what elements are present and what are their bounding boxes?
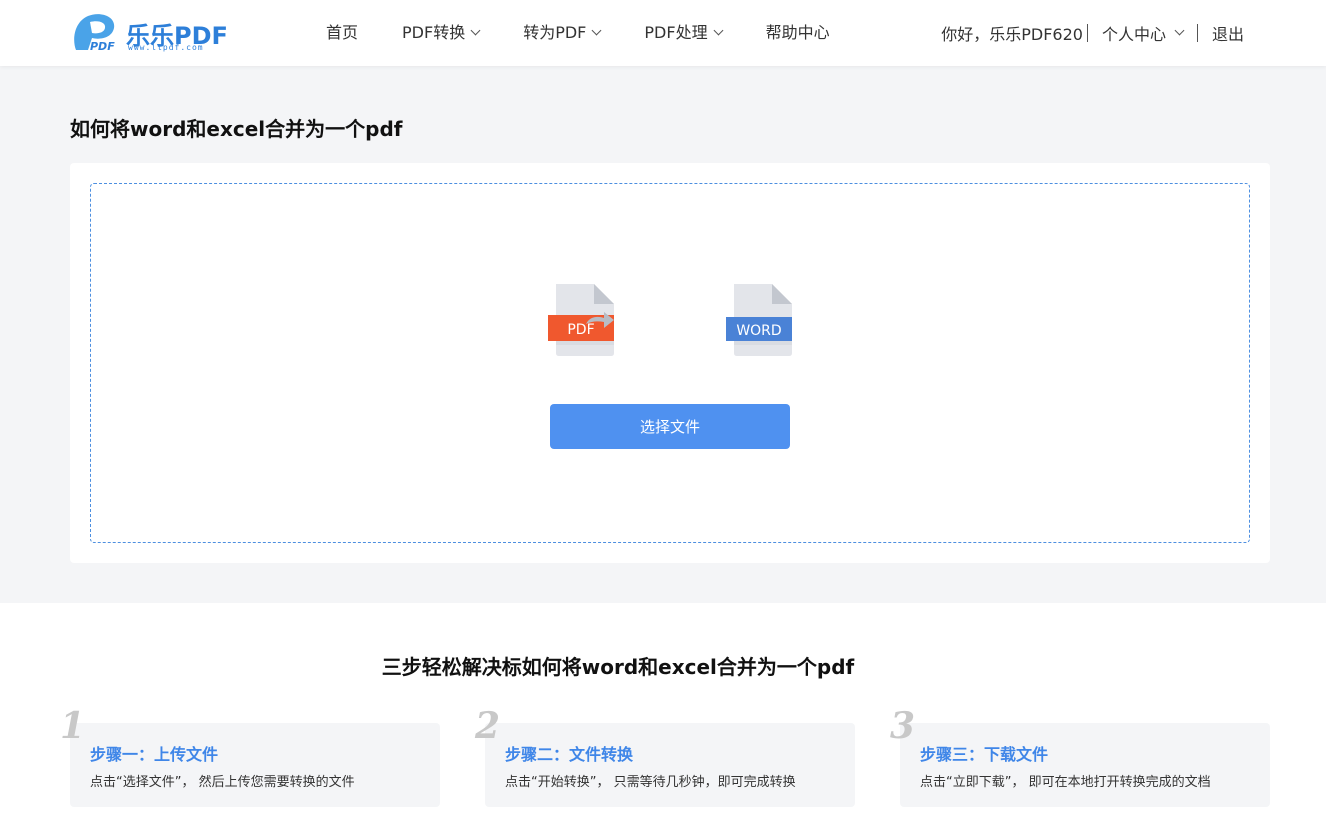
nav-home[interactable]: 首页 [326,20,358,46]
logout-link[interactable]: 退出 [1212,21,1244,45]
step-title: 步骤二：文件转换 [505,745,634,764]
select-file-button[interactable]: 选择文件 [550,404,790,449]
steps-section: 三步轻松解决标如何将word和excel合并为一个pdf 1 步骤一：上传文件 … [0,603,1326,833]
user-center-link[interactable]: 个人中心 [1102,21,1166,45]
nav-pdf-convert[interactable]: PDF转换 [402,20,481,46]
nav-to-pdf[interactable]: 转为PDF [523,20,602,46]
user-greeting: 你好，乐乐PDF620 [941,25,1083,44]
word-file-icon: WORD [726,284,792,356]
nav-help-label: 帮助中心 [765,23,830,42]
step-description: 点击“开始转换”， 只需等待几秒钟，即可完成转换 [505,775,796,790]
chevron-down-icon [470,25,481,36]
step-number: 2 [475,705,501,747]
page-title: 如何将word和excel合并为一个pdf [70,117,403,141]
divider [1086,24,1088,42]
chevron-down-icon [713,25,724,36]
divider [1196,24,1198,42]
nav-to-pdf-label: 转为PDF [523,23,587,42]
nav-pdf-process[interactable]: PDF处理 [644,20,724,46]
nav-help[interactable]: 帮助中心 [766,20,830,46]
step-title: 步骤三：下载文件 [920,745,1049,764]
step-description: 点击“选择文件”， 然后上传您需要转换的文件 [90,775,355,790]
upload-card [70,163,1270,563]
steps-title-text: 三步轻松解决标如何将word和excel合并为一个pdf [381,655,855,679]
nav-home-label: 首页 [326,23,359,42]
step-number: 1 [60,705,86,747]
word-badge-text: WORD [736,323,781,339]
step-number: 3 [890,705,916,747]
step-description: 点击“立即下载”， 即可在本地打开转换完成的文档 [920,775,1211,790]
file-dropzone[interactable] [90,183,1250,543]
arrow-right-icon [586,312,614,328]
nav-pdf-process-label: PDF处理 [644,23,708,42]
step-title: 步骤一：上传文件 [90,745,219,764]
logo-badge-text: PDF [90,40,115,52]
step-card-2: 2 步骤二：文件转换 点击“开始转换”， 只需等待几秒钟，即可完成转换 [475,705,855,807]
main-nav: 首页 PDF转换 转为PDF PDF处理 帮助中心 [326,20,830,46]
user-menu: 你好，乐乐PDF620 个人中心 退出 [941,20,1244,46]
nav-pdf-convert-label: PDF转换 [402,23,466,42]
logo-p-icon: PDF [74,14,115,52]
site-logo[interactable]: PDF 乐乐PDF www.llpdf.com [70,12,230,54]
logo-url: www.llpdf.com [128,43,204,52]
step-card-3: 3 步骤三：下载文件 点击“立即下载”， 即可在本地打开转换完成的文档 [890,705,1270,807]
steps-title: 三步轻松解决标如何将word和excel合并为一个pdf [0,651,1326,680]
chevron-down-icon [591,25,602,36]
top-header: PDF 乐乐PDF www.llpdf.com 首页 PDF转换 转为PDF P… [0,0,1326,66]
step-card-1: 1 步骤一：上传文件 点击“选择文件”， 然后上传您需要转换的文件 [60,705,440,807]
chevron-down-icon[interactable] [1174,25,1185,36]
